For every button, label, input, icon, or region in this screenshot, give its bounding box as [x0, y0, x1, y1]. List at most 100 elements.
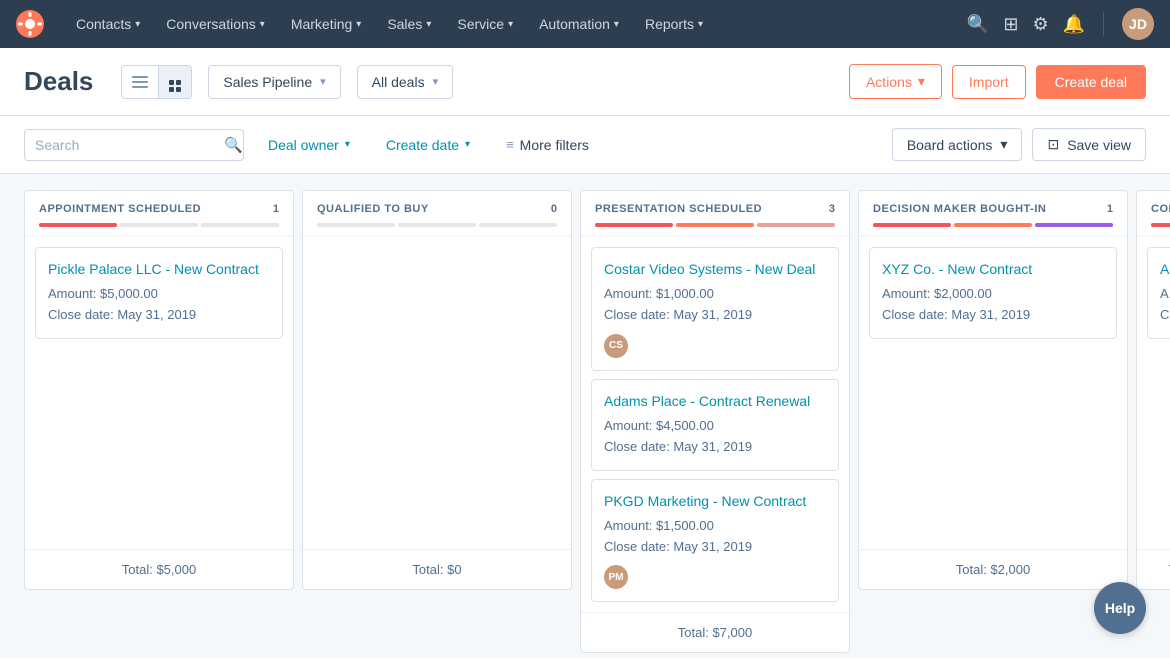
- deal-card[interactable]: Adams Place - Contract Renewal Amount: $4…: [591, 379, 839, 471]
- nav-reports[interactable]: Reports▾: [633, 0, 715, 48]
- progress-bar-empty: [120, 223, 198, 227]
- board-column-appointment-scheduled: APPOINTMENT SCHEDULED 1 Pickle Palace LLC …: [24, 190, 294, 590]
- board-scroll: APPOINTMENT SCHEDULED 1 Pickle Palace LLC …: [0, 174, 1170, 658]
- deal-meta: Amount: $4,500.00Close date: May 31, 201…: [604, 416, 826, 458]
- column-footer: Total: $5,000: [25, 549, 293, 589]
- actions-button[interactable]: Actions ▾: [849, 64, 942, 99]
- column-title: DECISION MAKER BOUGHT-IN: [873, 203, 1046, 215]
- help-button[interactable]: Help: [1094, 582, 1146, 634]
- deal-owner-filter[interactable]: Deal owner ▾: [256, 130, 362, 160]
- pipeline-dropdown[interactable]: Sales Pipeline ▾: [208, 65, 340, 99]
- deal-card[interactable]: XYZ Co. - New ContractAmount: $2,000.00C…: [869, 247, 1117, 339]
- list-view-button[interactable]: [122, 66, 159, 98]
- column-header: QUALIFIED TO BUY 0: [303, 191, 571, 237]
- column-footer: Total: $7,000: [581, 612, 849, 652]
- create-deal-button[interactable]: Create deal: [1036, 65, 1146, 99]
- board-view-button[interactable]: [159, 66, 191, 98]
- nav-automation[interactable]: Automation▾: [527, 0, 631, 48]
- chevron-down-icon: ▾: [320, 75, 326, 88]
- save-view-button[interactable]: ⊡ Save view: [1032, 128, 1146, 161]
- filter-right: Board actions ▾ ⊡ Save view: [892, 128, 1146, 161]
- filter-label: All deals: [372, 74, 425, 90]
- nav-divider: [1103, 12, 1104, 36]
- chevron-down-icon: ▾: [1000, 136, 1007, 153]
- board-actions-button[interactable]: Board actions ▾: [892, 128, 1023, 161]
- logo[interactable]: [16, 10, 44, 38]
- more-filters-button[interactable]: ≡ More filters: [494, 130, 601, 160]
- chevron-down-icon: ▾: [345, 139, 350, 150]
- column-title: APPOINTMENT SCHEDULED: [39, 203, 201, 215]
- column-footer: Total: $4,500: [1137, 549, 1170, 589]
- chevron-down-icon: ▾: [135, 19, 140, 30]
- board: APPOINTMENT SCHEDULED 1 Pickle Palace LLC …: [24, 190, 1170, 653]
- avatar[interactable]: JD: [1122, 8, 1154, 40]
- import-button[interactable]: Import: [952, 65, 1026, 99]
- deal-title[interactable]: PKGD Marketing - New Contract: [604, 492, 826, 510]
- column-progress: [1151, 223, 1170, 227]
- column-footer: Total: $0: [303, 549, 571, 589]
- column-cards: A... A...Cl...: [1137, 237, 1170, 549]
- nav-contacts[interactable]: Contacts▾: [64, 0, 152, 48]
- column-cards: XYZ Co. - New ContractAmount: $2,000.00C…: [859, 237, 1127, 549]
- avatar: CS: [604, 334, 628, 358]
- progress-bar-empty: [317, 223, 395, 227]
- column-title: PRESENTATION SCHEDULED: [595, 203, 762, 215]
- progress-bar-red: [39, 223, 117, 227]
- column-count: 1: [1107, 203, 1113, 215]
- nav-conversations[interactable]: Conversations▾: [154, 0, 277, 48]
- deal-avatar-row: CS: [604, 334, 826, 358]
- page-body: Deals Sales Pipeline ▾ All deals ▾ Actio…: [0, 48, 1170, 658]
- deal-title[interactable]: Costar Video Systems - New Deal: [604, 260, 826, 278]
- column-count: 1: [273, 203, 279, 215]
- nav-sales[interactable]: Sales▾: [375, 0, 443, 48]
- view-toggle: [121, 65, 192, 99]
- deal-card[interactable]: Costar Video Systems - New DealAmount: $…: [591, 247, 839, 371]
- deal-title[interactable]: Adams Place - Contract Renewal: [604, 392, 826, 410]
- column-header: PRESENTATION SCHEDULED 3: [581, 191, 849, 237]
- column-count: 0: [551, 203, 557, 215]
- deal-meta: A...Cl...: [1160, 284, 1170, 326]
- deal-title[interactable]: A...: [1160, 260, 1170, 278]
- column-header: APPOINTMENT SCHEDULED 1: [25, 191, 293, 237]
- chevron-down-icon: ▾: [465, 139, 470, 150]
- nav-items: Contacts▾ Conversations▾ Marketing▾ Sale…: [64, 0, 967, 48]
- page-header: Deals Sales Pipeline ▾ All deals ▾ Actio…: [0, 48, 1170, 116]
- board-column-qualified-to-buy: QUALIFIED TO BUY 0 Total: $0: [302, 190, 572, 590]
- progress-bar-pink: [757, 223, 835, 227]
- search-input[interactable]: [35, 137, 216, 153]
- nav-marketing[interactable]: Marketing▾: [279, 0, 374, 48]
- notifications-icon[interactable]: 🔔: [1063, 14, 1085, 35]
- column-footer: Total: $2,000: [859, 549, 1127, 589]
- nav-right: 🔍 ⊞ ⚙ 🔔 JD: [967, 8, 1154, 40]
- search-icon[interactable]: 🔍: [967, 14, 989, 35]
- chevron-down-icon: ▾: [426, 19, 431, 30]
- column-title: CONTRACT SENT: [1151, 203, 1170, 215]
- progress-bar-red: [595, 223, 673, 227]
- chevron-down-icon: ▾: [433, 75, 439, 88]
- progress-bar-orange: [676, 223, 754, 227]
- deal-avatar-row: PM: [604, 565, 826, 589]
- deal-title[interactable]: Pickle Palace LLC - New Contract: [48, 260, 270, 278]
- progress-bar-empty: [479, 223, 557, 227]
- deal-card[interactable]: PKGD Marketing - New Contract Amount: $1,…: [591, 479, 839, 603]
- marketplace-icon[interactable]: ⊞: [1003, 14, 1018, 35]
- nav-service[interactable]: Service▾: [445, 0, 525, 48]
- deal-card[interactable]: A... A...Cl...: [1147, 247, 1170, 339]
- settings-icon[interactable]: ⚙: [1032, 14, 1048, 35]
- create-date-filter[interactable]: Create date ▾: [374, 130, 482, 160]
- progress-bar-orange: [954, 223, 1032, 227]
- column-count: 3: [829, 203, 835, 215]
- board-column-contract-sent: CONTRACT SENT2A...A...Cl...Total: $4,500: [1136, 190, 1170, 590]
- deal-card[interactable]: Pickle Palace LLC - New ContractAmount: …: [35, 247, 283, 339]
- column-title: QUALIFIED TO BUY: [317, 203, 429, 215]
- column-cards: [303, 237, 571, 549]
- deal-meta: Amount: $1,500.00Close date: May 31, 201…: [604, 516, 826, 558]
- filter-dropdown[interactable]: All deals ▾: [357, 65, 453, 99]
- search-icon: 🔍: [224, 136, 243, 154]
- list-icon: [132, 76, 148, 88]
- column-progress: [39, 223, 279, 227]
- topnav: Contacts▾ Conversations▾ Marketing▾ Sale…: [0, 0, 1170, 48]
- deal-title[interactable]: XYZ Co. - New Contract: [882, 260, 1104, 278]
- progress-bar-empty: [201, 223, 279, 227]
- chevron-down-icon: ▾: [614, 19, 619, 30]
